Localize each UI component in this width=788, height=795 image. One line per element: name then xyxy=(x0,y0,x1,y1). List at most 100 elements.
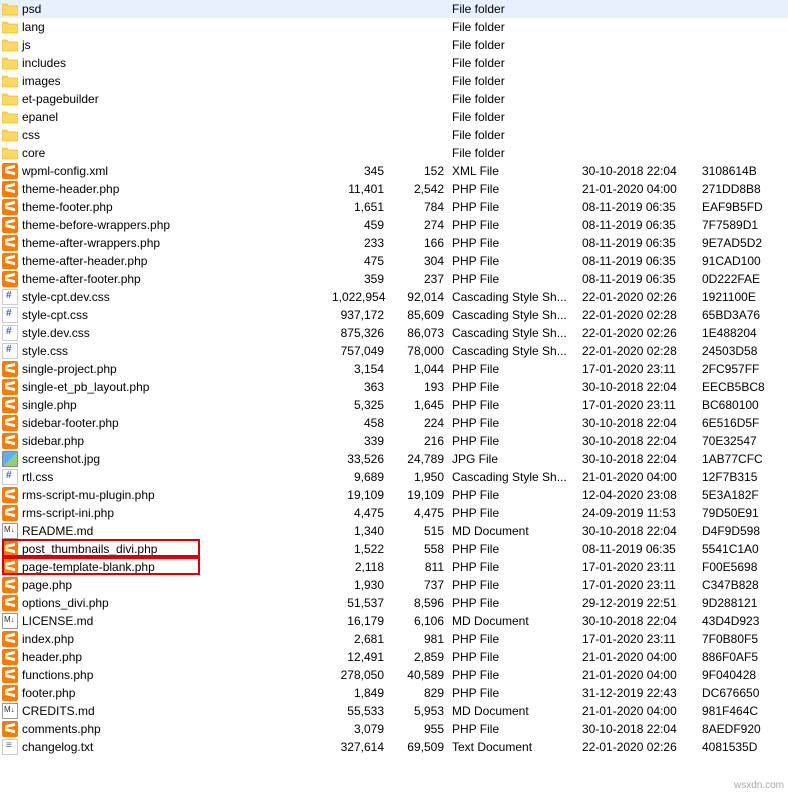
file-name: screenshot.jpg xyxy=(22,452,100,466)
folder-icon xyxy=(2,1,18,17)
file-row[interactable]: single-project.php3,1541,044PHP File17-0… xyxy=(0,360,788,378)
file-type: File folder xyxy=(452,74,582,88)
file-date: 29-12-2019 22:51 xyxy=(582,596,702,610)
file-row[interactable]: page-template-blank.php2,118811PHP File1… xyxy=(0,558,788,576)
file-crc: 9D288121 xyxy=(702,596,786,610)
file-row[interactable]: cssFile folder xyxy=(0,126,788,144)
file-type: PHP File xyxy=(452,578,582,592)
file-packed-size: 981 xyxy=(392,632,452,646)
file-row[interactable]: sidebar-footer.php458224PHP File30-10-20… xyxy=(0,414,788,432)
file-crc: 43D4D923 xyxy=(702,614,786,628)
file-row[interactable]: style.dev.css875,32686,073Cascading Styl… xyxy=(0,324,788,342)
file-row[interactable]: README.md1,340515MD Document30-10-2018 2… xyxy=(0,522,788,540)
file-row[interactable]: theme-after-wrappers.php233166PHP File08… xyxy=(0,234,788,252)
file-date: 30-10-2018 22:04 xyxy=(582,524,702,538)
file-row[interactable]: changelog.txt327,61469,509Text Document2… xyxy=(0,738,788,756)
folder-icon xyxy=(2,19,18,35)
file-date: 08-11-2019 06:35 xyxy=(582,272,702,286)
file-row[interactable]: page.php1,930737PHP File17-01-2020 23:11… xyxy=(0,576,788,594)
file-date: 08-11-2019 06:35 xyxy=(582,200,702,214)
file-packed-size: 515 xyxy=(392,524,452,538)
file-name: single-project.php xyxy=(22,362,117,376)
file-date: 17-01-2020 23:11 xyxy=(582,578,702,592)
file-row[interactable]: coreFile folder xyxy=(0,144,788,162)
file-row[interactable]: LICENSE.md16,1796,106MD Document30-10-20… xyxy=(0,612,788,630)
file-crc: 1AB77CFC xyxy=(702,452,786,466)
file-packed-size: 6,106 xyxy=(392,614,452,628)
file-crc: EAF9B5FD xyxy=(702,200,786,214)
file-row[interactable]: et-pagebuilderFile folder xyxy=(0,90,788,108)
file-row[interactable]: CREDITS.md55,5335,953MD Document21-01-20… xyxy=(0,702,788,720)
file-row[interactable]: theme-after-header.php475304PHP File08-1… xyxy=(0,252,788,270)
file-row[interactable]: theme-after-footer.php359237PHP File08-1… xyxy=(0,270,788,288)
file-name: et-pagebuilder xyxy=(22,92,99,106)
file-row[interactable]: post_thumbnails_divi.php1,522558PHP File… xyxy=(0,540,788,558)
file-date: 21-01-2020 04:00 xyxy=(582,470,702,484)
file-row[interactable]: rms-script-ini.php4,4754,475PHP File24-0… xyxy=(0,504,788,522)
file-name-cell: et-pagebuilder xyxy=(2,91,332,107)
file-row[interactable]: style-cpt.dev.css1,022,95492,014Cascadin… xyxy=(0,288,788,306)
file-date: 21-01-2020 04:00 xyxy=(582,182,702,196)
file-type: PHP File xyxy=(452,272,582,286)
file-row[interactable]: langFile folder xyxy=(0,18,788,36)
file-row[interactable]: footer.php1,849829PHP File31-12-2019 22:… xyxy=(0,684,788,702)
file-row[interactable]: theme-header.php11,4012,542PHP File21-01… xyxy=(0,180,788,198)
file-row[interactable]: comments.php3,079955PHP File30-10-2018 2… xyxy=(0,720,788,738)
file-row[interactable]: wpml-config.xml345152XML File30-10-2018 … xyxy=(0,162,788,180)
file-row[interactable]: includesFile folder xyxy=(0,54,788,72)
file-row[interactable]: theme-footer.php1,651784PHP File08-11-20… xyxy=(0,198,788,216)
file-name: functions.php xyxy=(22,668,93,682)
file-name-cell: css xyxy=(2,127,332,143)
file-type: File folder xyxy=(452,146,582,160)
file-row[interactable]: imagesFile folder xyxy=(0,72,788,90)
file-packed-size: 8,596 xyxy=(392,596,452,610)
file-packed-size: 85,609 xyxy=(392,308,452,322)
file-type: File folder xyxy=(452,38,582,52)
file-name-cell: page.php xyxy=(2,577,332,593)
file-row[interactable]: single-et_pb_layout.php363193PHP File30-… xyxy=(0,378,788,396)
file-crc: 1E488204 xyxy=(702,326,786,340)
file-size: 2,118 xyxy=(332,560,392,574)
file-row[interactable]: functions.php278,05040,589PHP File21-01-… xyxy=(0,666,788,684)
file-row[interactable]: psdFile folder xyxy=(0,0,788,18)
file-date: 31-12-2019 22:43 xyxy=(582,686,702,700)
file-packed-size: 92,014 xyxy=(392,290,452,304)
file-row[interactable]: theme-before-wrappers.php459274PHP File0… xyxy=(0,216,788,234)
sublime-file-icon xyxy=(2,217,18,233)
file-row[interactable]: header.php12,4912,859PHP File21-01-2020 … xyxy=(0,648,788,666)
file-name-cell: epanel xyxy=(2,109,332,125)
file-row[interactable]: options_divi.php51,5378,596PHP File29-12… xyxy=(0,594,788,612)
file-row[interactable]: screenshot.jpg33,52624,789JPG File30-10-… xyxy=(0,450,788,468)
file-row[interactable]: sidebar.php339216PHP File30-10-2018 22:0… xyxy=(0,432,788,450)
file-name: theme-after-header.php xyxy=(22,254,147,268)
sublime-file-icon xyxy=(2,685,18,701)
file-name: changelog.txt xyxy=(22,740,93,754)
file-name-cell: psd xyxy=(2,1,332,17)
file-date: 21-01-2020 04:00 xyxy=(582,668,702,682)
file-row[interactable]: style.css757,04978,000Cascading Style Sh… xyxy=(0,342,788,360)
file-type: PHP File xyxy=(452,596,582,610)
file-crc: 9F040428 xyxy=(702,668,786,682)
file-row[interactable]: epanelFile folder xyxy=(0,108,788,126)
file-crc: 1921100E xyxy=(702,290,786,304)
file-row[interactable]: single.php5,3251,645PHP File17-01-2020 2… xyxy=(0,396,788,414)
file-packed-size: 193 xyxy=(392,380,452,394)
file-crc: 0D222FAE xyxy=(702,272,786,286)
file-row[interactable]: index.php2,681981PHP File17-01-2020 23:1… xyxy=(0,630,788,648)
sublime-file-icon xyxy=(2,577,18,593)
file-name: includes xyxy=(22,56,66,70)
file-type: PHP File xyxy=(452,686,582,700)
file-row[interactable]: jsFile folder xyxy=(0,36,788,54)
file-type: MD Document xyxy=(452,704,582,718)
file-date: 08-11-2019 06:35 xyxy=(582,218,702,232)
file-row[interactable]: rms-script-mu-plugin.php19,10919,109PHP … xyxy=(0,486,788,504)
file-date: 21-01-2020 04:00 xyxy=(582,704,702,718)
file-date: 17-01-2020 23:11 xyxy=(582,362,702,376)
file-row[interactable]: style-cpt.css937,17285,609Cascading Styl… xyxy=(0,306,788,324)
file-size: 459 xyxy=(332,218,392,232)
sublime-file-icon xyxy=(2,163,18,179)
file-row[interactable]: rtl.css9,6891,950Cascading Style Sh...21… xyxy=(0,468,788,486)
file-name-cell: footer.php xyxy=(2,685,332,701)
file-name-cell: includes xyxy=(2,55,332,71)
file-list: psdFile folderlangFile folderjsFile fold… xyxy=(0,0,788,756)
